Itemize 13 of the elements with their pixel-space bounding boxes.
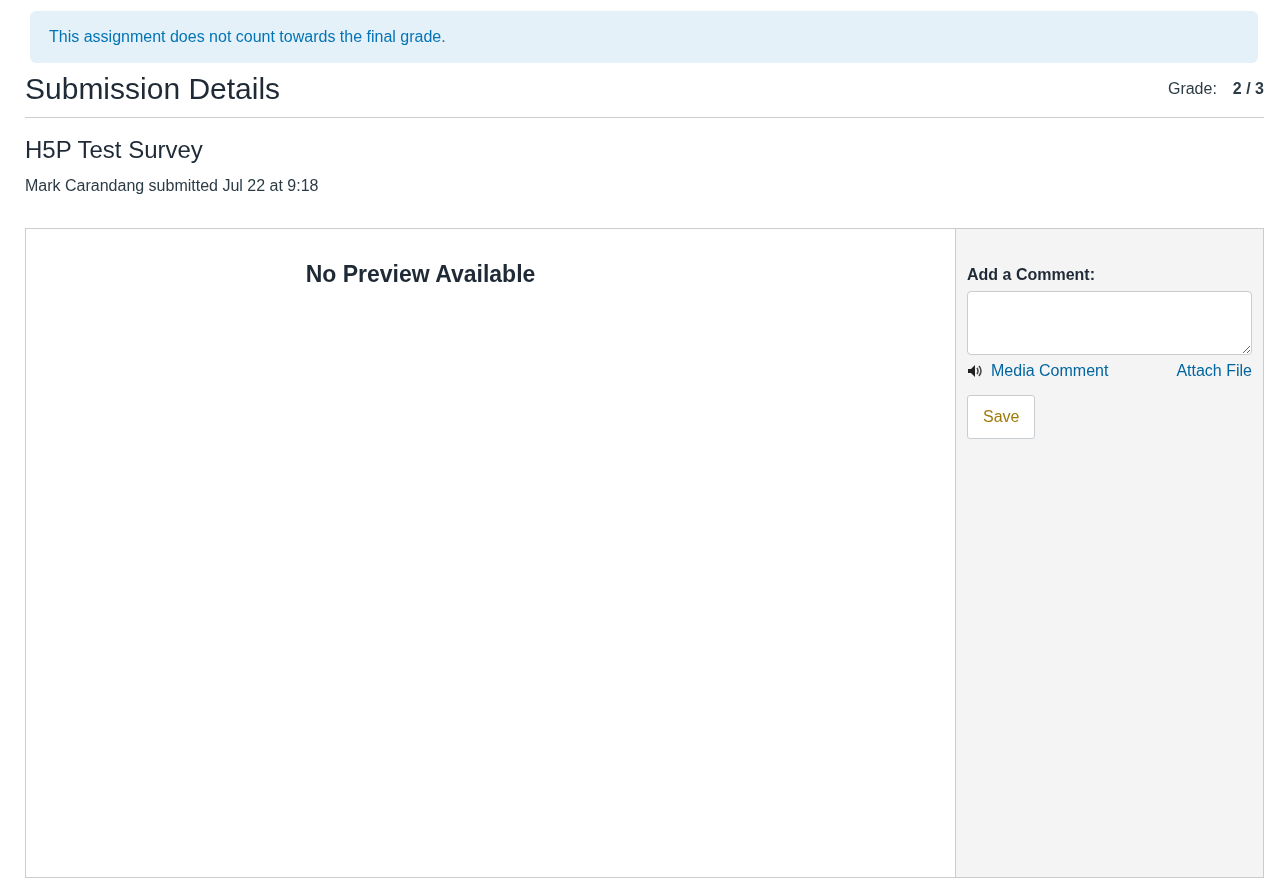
grade-label: Grade:	[1167, 79, 1217, 99]
media-comment-link[interactable]: Media Comment	[967, 359, 1109, 383]
comment-label: Add a Comment:	[967, 265, 1096, 285]
comment-input[interactable]	[967, 291, 1252, 355]
preview-message: No Preview Available	[304, 260, 537, 289]
page-heading: Submission Details	[25, 71, 281, 107]
notice-banner: This assignment does not count towards the final grade.	[30, 11, 1258, 63]
submission-info: Mark Carandang submitted Jul 22 at 9:18	[25, 176, 320, 196]
attach-file-link[interactable]: Attach File	[1176, 359, 1252, 383]
assignment-title: H5P Test Survey	[25, 135, 204, 165]
speaker-icon	[967, 364, 983, 378]
grade-value: 2 / 3	[1232, 79, 1264, 99]
save-button[interactable]: Save	[967, 395, 1036, 439]
